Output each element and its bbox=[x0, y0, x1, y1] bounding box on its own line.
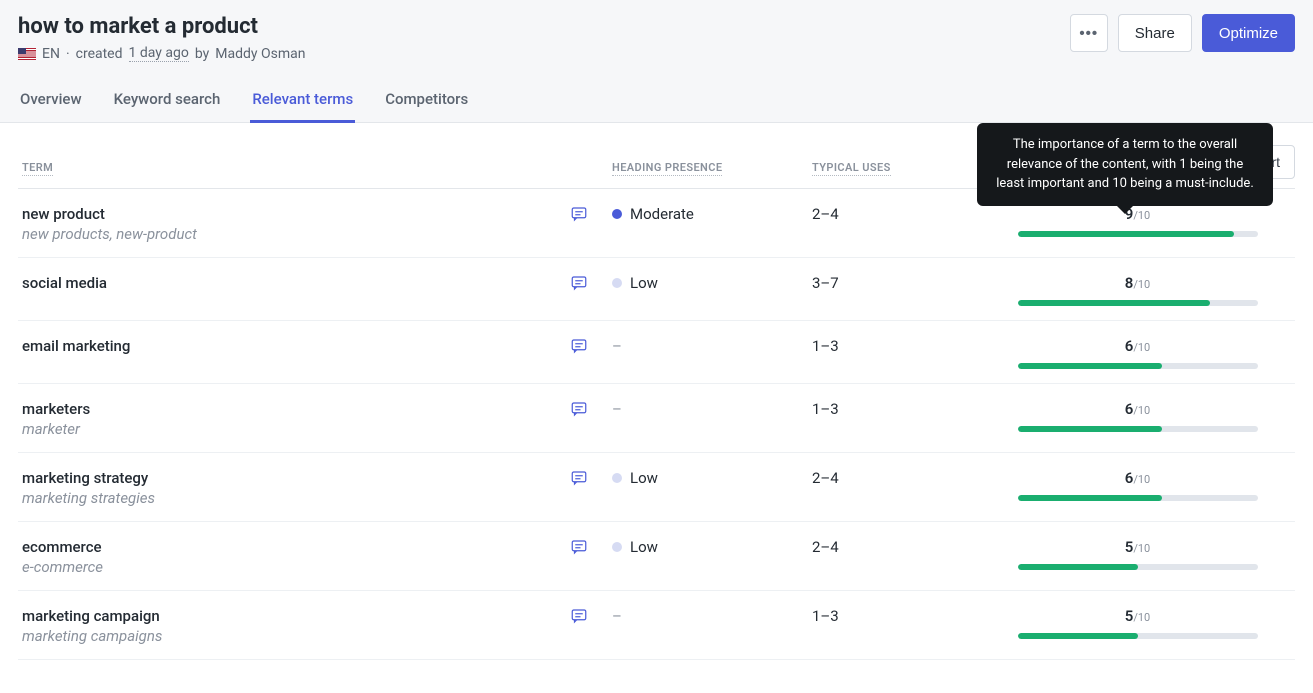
terms-table: Term Heading Presence Typical Uses Impor… bbox=[18, 151, 1295, 660]
term-name: ecommerce bbox=[22, 538, 546, 556]
by-label: by bbox=[195, 46, 209, 62]
presence-dot-icon bbox=[612, 209, 622, 219]
table-row: social mediaLow3–78/10 bbox=[18, 258, 1295, 321]
heading-presence: – bbox=[612, 337, 622, 355]
presence-label: Low bbox=[630, 538, 658, 556]
comment-icon[interactable] bbox=[570, 278, 588, 296]
table-row: email marketing–1–36/10 bbox=[18, 321, 1295, 384]
table-row: ecommercee-commerceLow2–45/10 bbox=[18, 522, 1295, 591]
share-button[interactable]: Share bbox=[1118, 14, 1192, 52]
term-variants: e-commerce bbox=[22, 558, 546, 576]
col-heading-presence[interactable]: Heading Presence bbox=[600, 151, 800, 189]
optimize-button[interactable]: Optimize bbox=[1202, 14, 1295, 52]
typical-uses: 1–3 bbox=[800, 591, 980, 660]
tab-keyword-search[interactable]: Keyword search bbox=[112, 80, 223, 123]
comment-icon[interactable] bbox=[570, 404, 588, 422]
term-variants: new products, new-product bbox=[22, 225, 546, 243]
term-variants: marketing campaigns bbox=[22, 627, 546, 645]
table-row: marketersmarketer–1–36/10 bbox=[18, 384, 1295, 453]
importance-bar bbox=[1018, 300, 1258, 306]
heading-presence: Low bbox=[612, 469, 788, 487]
typical-uses: 2–4 bbox=[800, 522, 980, 591]
tabs: Overview Keyword search Relevant terms Comp… bbox=[18, 80, 1295, 122]
presence-dot-icon bbox=[612, 542, 622, 552]
importance-tooltip: The importance of a term to the overall … bbox=[977, 123, 1273, 206]
importance-max: /10 bbox=[1133, 209, 1150, 222]
presence-dot-icon bbox=[612, 473, 622, 483]
header-actions: ••• Share Optimize bbox=[1070, 14, 1295, 52]
presence-label: Low bbox=[630, 469, 658, 487]
tab-competitors[interactable]: Competitors bbox=[383, 80, 470, 123]
heading-presence: Moderate bbox=[612, 205, 788, 223]
importance-max: /10 bbox=[1133, 404, 1150, 417]
meta-sep: · bbox=[66, 46, 70, 62]
importance-bar bbox=[1018, 363, 1258, 369]
more-button[interactable]: ••• bbox=[1070, 14, 1108, 52]
heading-presence: – bbox=[612, 400, 622, 418]
typical-uses: 1–3 bbox=[800, 384, 980, 453]
term-name: marketing campaign bbox=[22, 607, 546, 625]
importance-bar bbox=[1018, 564, 1258, 570]
term-variants: marketer bbox=[22, 420, 546, 438]
typical-uses: 2–4 bbox=[800, 453, 980, 522]
page-meta: EN · created 1 day ago by Maddy Osman bbox=[18, 45, 305, 62]
typical-uses: 1–3 bbox=[800, 321, 980, 384]
presence-dot-icon bbox=[612, 278, 622, 288]
importance-bar bbox=[1018, 495, 1258, 501]
flag-icon bbox=[18, 48, 36, 60]
importance-max: /10 bbox=[1133, 473, 1150, 486]
comment-icon[interactable] bbox=[570, 341, 588, 359]
table-row: marketing strategy marketing strategies Lo… bbox=[18, 453, 1295, 522]
term-name: email marketing bbox=[22, 337, 546, 355]
term-name: marketers bbox=[22, 400, 546, 418]
tab-overview[interactable]: Overview bbox=[18, 80, 84, 123]
term-variants: marketing strategies bbox=[22, 489, 546, 507]
page-title: how to market a product bbox=[18, 14, 305, 39]
importance-max: /10 bbox=[1133, 542, 1150, 555]
presence-label: Moderate bbox=[630, 205, 694, 223]
created-ago: 1 day ago bbox=[129, 45, 189, 62]
importance-max: /10 bbox=[1133, 611, 1150, 624]
table-row: marketing campaign marketing campaigns – 1–… bbox=[18, 591, 1295, 660]
comment-icon[interactable] bbox=[570, 473, 588, 491]
importance-bar bbox=[1018, 633, 1258, 639]
typical-uses: 2–4 bbox=[800, 189, 980, 258]
heading-presence: Low bbox=[612, 274, 788, 292]
term-name: social media bbox=[22, 274, 546, 292]
created-label: created bbox=[76, 46, 123, 62]
comment-icon[interactable] bbox=[570, 611, 588, 629]
importance-max: /10 bbox=[1133, 278, 1150, 291]
heading-presence: – bbox=[612, 607, 622, 625]
tab-relevant-terms[interactable]: Relevant terms bbox=[250, 80, 355, 123]
term-name: new product bbox=[22, 205, 546, 223]
importance-max: /10 bbox=[1133, 341, 1150, 354]
lang-code: EN bbox=[42, 46, 60, 62]
importance-bar bbox=[1018, 426, 1258, 432]
col-typical-uses[interactable]: Typical Uses bbox=[800, 151, 980, 189]
importance-bar bbox=[1018, 231, 1258, 237]
typical-uses: 3–7 bbox=[800, 258, 980, 321]
heading-presence: Low bbox=[612, 538, 788, 556]
author-name: Maddy Osman bbox=[215, 46, 305, 62]
presence-label: Low bbox=[630, 274, 658, 292]
comment-icon[interactable] bbox=[570, 209, 588, 227]
comment-icon[interactable] bbox=[570, 542, 588, 560]
col-term[interactable]: Term bbox=[18, 151, 558, 189]
term-name: marketing strategy bbox=[22, 469, 546, 487]
